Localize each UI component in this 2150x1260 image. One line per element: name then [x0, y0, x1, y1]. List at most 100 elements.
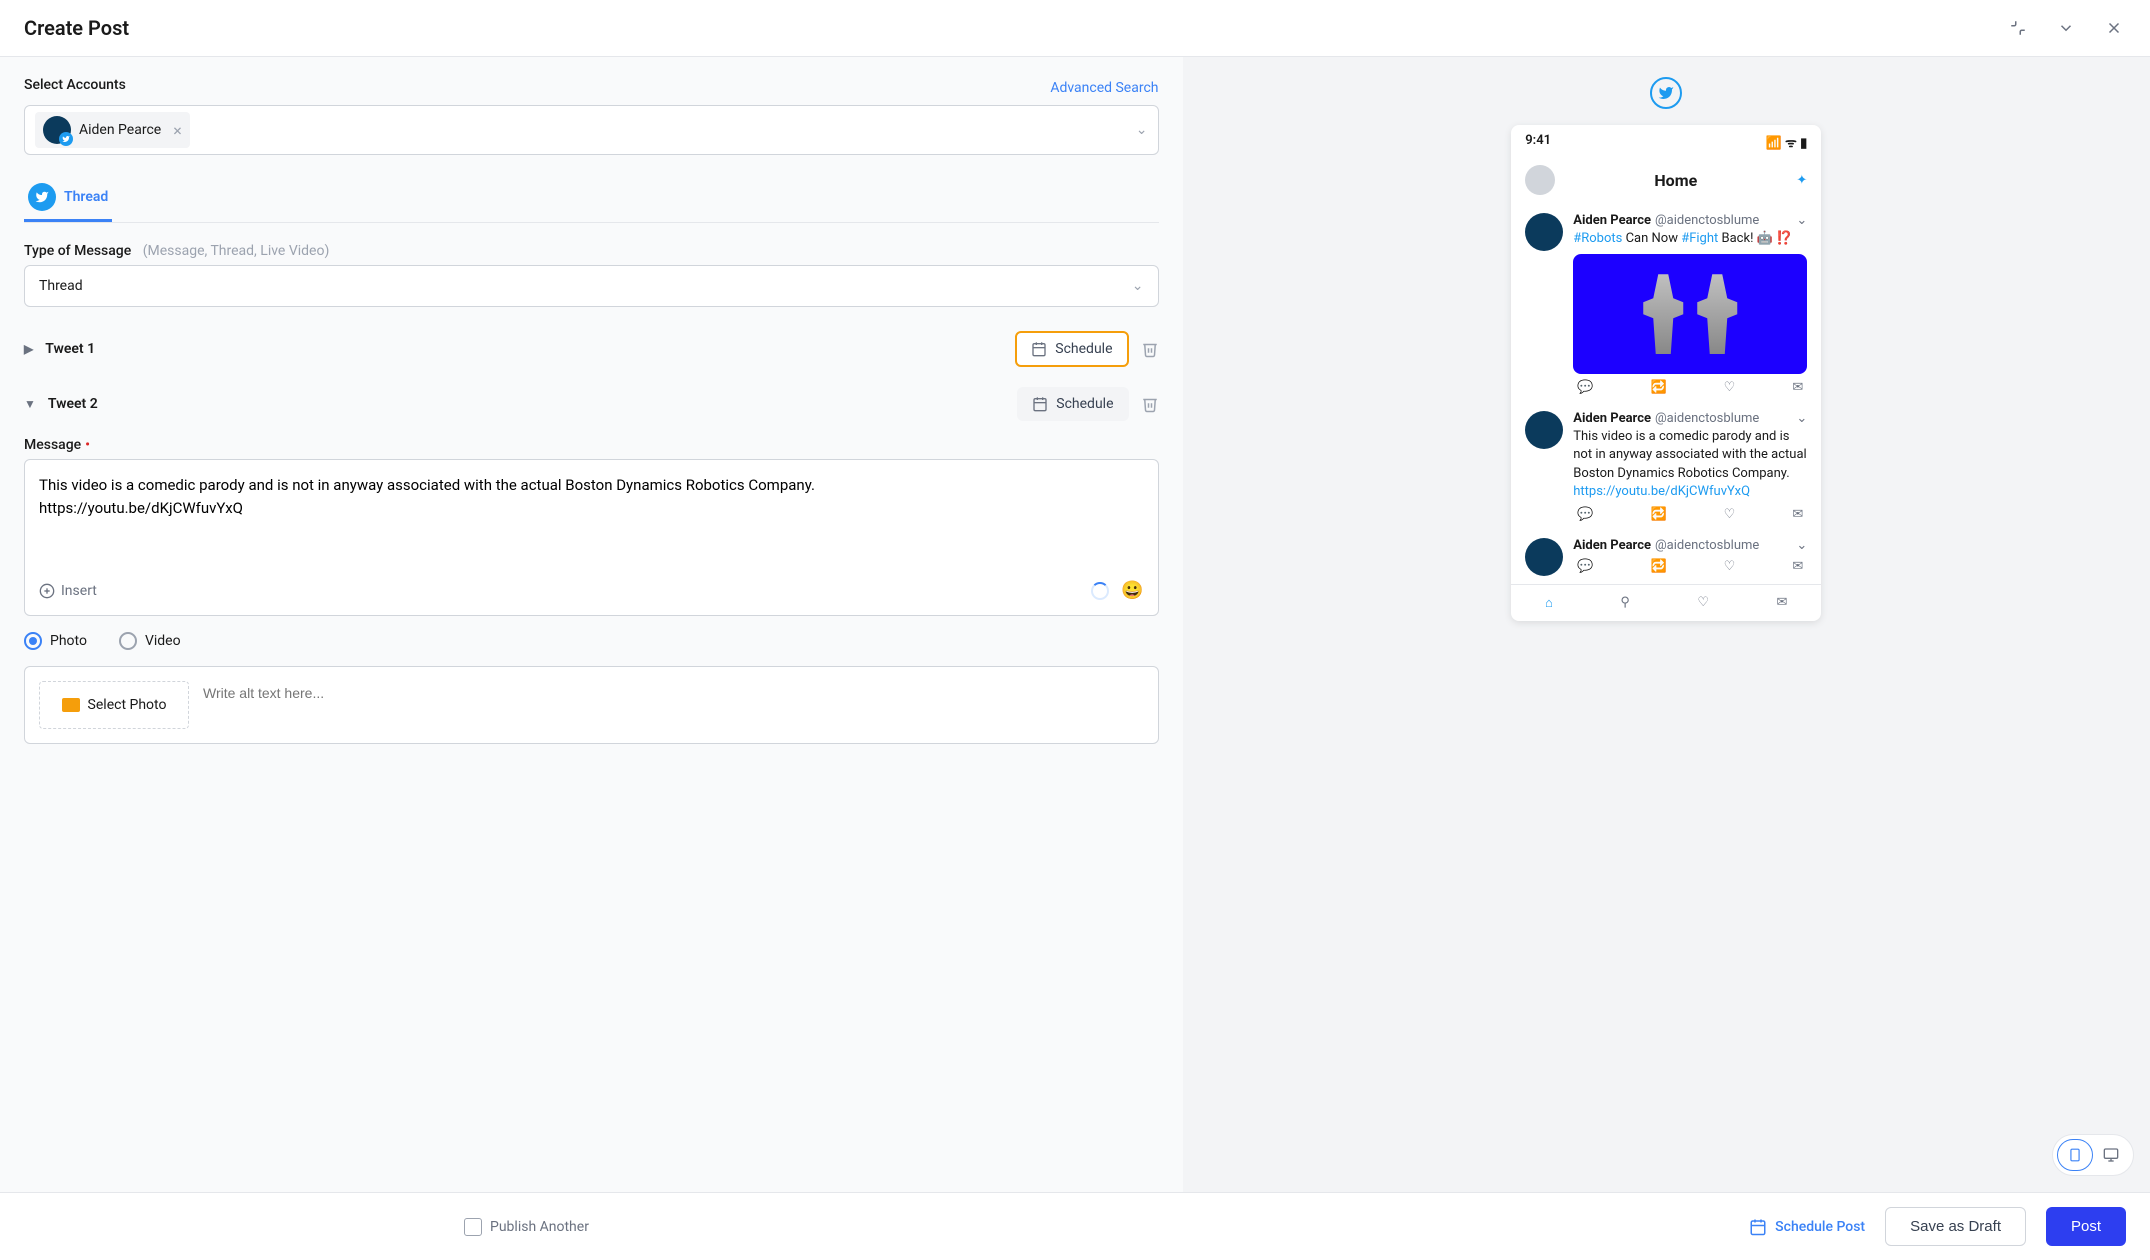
media-type-radios: Photo Video	[24, 632, 1159, 650]
signal-wifi-battery-icon: 📶 ᯤ ▮	[1766, 133, 1808, 151]
device-desktop-button[interactable]	[2093, 1139, 2129, 1171]
phone-title: Home	[1654, 171, 1697, 190]
twitter-icon	[28, 183, 56, 211]
tweet-1-row: ▶ Tweet 1 Schedule	[24, 327, 1159, 371]
account-chip-name: Aiden Pearce	[79, 122, 161, 138]
reply-icon[interactable]: 💬	[1577, 559, 1593, 574]
phone-header: Home ✦	[1511, 159, 1821, 205]
close-icon[interactable]	[2102, 16, 2126, 40]
device-mobile-button[interactable]	[2057, 1139, 2093, 1171]
accounts-label: Select Accounts	[24, 77, 126, 93]
radio-photo[interactable]: Photo	[24, 632, 87, 650]
post-button[interactable]: Post	[2046, 1207, 2126, 1246]
status-bar: 9:41 📶 ᯤ ▮	[1511, 125, 1821, 159]
select-photo-button[interactable]: Select Photo	[39, 681, 189, 729]
minimize-icon[interactable]	[2006, 16, 2030, 40]
nav-bell-icon[interactable]: ♡	[1697, 595, 1709, 611]
tweet-2-toggle[interactable]: ▼ Tweet 2	[24, 396, 98, 412]
retweet-icon[interactable]: 🔁	[1650, 507, 1666, 522]
modal-header: Create Post	[0, 0, 2150, 57]
tweet-1-schedule-button[interactable]: Schedule	[1015, 331, 1128, 367]
account-chip: Aiden Pearce ×	[35, 112, 190, 148]
message-textarea[interactable]	[39, 474, 1144, 564]
type-label: Type of Message (Message, Thread, Live V…	[24, 243, 1159, 259]
radio-video[interactable]: Video	[119, 632, 181, 650]
share-icon[interactable]: ✉	[1792, 507, 1803, 522]
modal-footer: Publish Another Schedule Post Save as Dr…	[0, 1192, 2150, 1260]
modal-body: Select Accounts Advanced Search Aiden Pe…	[0, 57, 2150, 1192]
nav-search-icon[interactable]: ⚲	[1620, 595, 1630, 611]
reply-icon[interactable]: 💬	[1577, 380, 1593, 395]
chevron-down-icon: ⌄	[1132, 278, 1144, 294]
preview-tweet-1: Aiden Pearce @aidenctosblume ⌄ #Robots C…	[1511, 205, 1821, 403]
emoji-picker-button[interactable]: 😀	[1121, 580, 1143, 601]
tweet-more-icon[interactable]: ⌄	[1796, 538, 1807, 553]
tweet-avatar	[1525, 411, 1563, 449]
nav-home-icon[interactable]: ⌂	[1545, 595, 1553, 611]
tab-thread[interactable]: Thread	[24, 175, 112, 222]
tweet-avatar	[1525, 213, 1563, 251]
share-icon[interactable]: ✉	[1792, 559, 1803, 574]
retweet-icon[interactable]: 🔁	[1650, 380, 1666, 395]
tweet-1-text: #Robots Can Now #Fight Back! 🤖 ⁉️	[1573, 230, 1807, 248]
message-label: Message •	[24, 437, 1159, 453]
share-icon[interactable]: ✉	[1792, 380, 1803, 395]
device-toggle	[2052, 1134, 2134, 1176]
media-upload-box: Select Photo	[24, 666, 1159, 744]
checkbox-icon	[464, 1218, 482, 1236]
alt-text-input[interactable]	[203, 681, 1144, 701]
advanced-search-link[interactable]: Advanced Search	[1050, 80, 1158, 96]
header-actions	[2006, 16, 2126, 40]
preview-tweet-3: Aiden Pearce @aidenctosblume ⌄ 💬 🔁 ♡ ✉	[1511, 530, 1821, 584]
reply-icon[interactable]: 💬	[1577, 507, 1593, 522]
chevron-down-icon[interactable]	[2054, 16, 2078, 40]
nav-mail-icon[interactable]: ✉	[1777, 595, 1788, 611]
profile-avatar[interactable]	[1525, 165, 1555, 195]
tweet-more-icon[interactable]: ⌄	[1796, 411, 1807, 426]
phone-bottom-nav: ⌂ ⚲ ♡ ✉	[1511, 584, 1821, 621]
message-type-select[interactable]: Thread ⌄	[24, 265, 1159, 307]
tab-label: Thread	[64, 189, 108, 205]
preview-tweet-2: Aiden Pearce @aidenctosblume ⌄ This vide…	[1511, 403, 1821, 530]
insert-button[interactable]: Insert	[39, 583, 97, 599]
publish-another-checkbox[interactable]: Publish Another	[464, 1218, 589, 1236]
account-avatar	[43, 116, 71, 144]
like-icon[interactable]: ♡	[1724, 559, 1736, 574]
like-icon[interactable]: ♡	[1724, 507, 1736, 522]
retweet-icon[interactable]: 🔁	[1650, 559, 1666, 574]
phone-preview: 9:41 📶 ᯤ ▮ Home ✦ Aiden Pearce @aidencto…	[1511, 125, 1821, 621]
tweet-2-schedule-button[interactable]: Schedule	[1017, 387, 1128, 421]
image-icon	[62, 698, 80, 712]
tweet-2-delete-button[interactable]	[1141, 395, 1159, 413]
preview-panel: 9:41 📶 ᯤ ▮ Home ✦ Aiden Pearce @aidencto…	[1183, 57, 2150, 1192]
preview-network-tabs	[1650, 77, 1682, 109]
char-counter-spinner	[1091, 582, 1109, 600]
tweet-1-delete-button[interactable]	[1141, 340, 1159, 358]
tweet-2-actions: 💬 🔁 ♡ ✉	[1573, 501, 1807, 522]
like-icon[interactable]: ♡	[1724, 380, 1736, 395]
save-draft-button[interactable]: Save as Draft	[1885, 1207, 2026, 1246]
tweet-2-text: This video is a comedic parody and is no…	[1573, 428, 1807, 501]
caret-down-icon: ▼	[24, 397, 36, 411]
tweet-1-actions: 💬 🔁 ♡ ✉	[1573, 374, 1807, 395]
network-tabs: Thread	[24, 175, 1159, 223]
remove-account-icon[interactable]: ×	[173, 121, 182, 140]
tweet-1-image	[1573, 254, 1807, 374]
tweet-more-icon[interactable]: ⌄	[1796, 213, 1807, 228]
compose-panel: Select Accounts Advanced Search Aiden Pe…	[0, 57, 1183, 1192]
tweet-2-row: ▼ Tweet 2 Schedule	[24, 383, 1159, 425]
message-box: Insert 😀	[24, 459, 1159, 616]
tweet-3-actions: 💬 🔁 ♡ ✉	[1573, 553, 1807, 574]
twitter-badge-icon	[59, 132, 73, 146]
preview-tab-twitter[interactable]	[1650, 77, 1682, 109]
tweet-1-toggle[interactable]: ▶ Tweet 1	[24, 341, 95, 357]
modal-title: Create Post	[24, 16, 129, 40]
account-selector[interactable]: Aiden Pearce × ⌄	[24, 105, 1159, 155]
message-type-value: Thread	[39, 278, 83, 294]
chevron-down-icon[interactable]: ⌄	[1136, 122, 1148, 138]
caret-right-icon: ▶	[24, 342, 33, 356]
sparkle-icon[interactable]: ✦	[1796, 173, 1807, 188]
tweet-avatar	[1525, 538, 1563, 576]
schedule-post-link[interactable]: Schedule Post	[1749, 1218, 1865, 1236]
radio-icon	[119, 632, 137, 650]
